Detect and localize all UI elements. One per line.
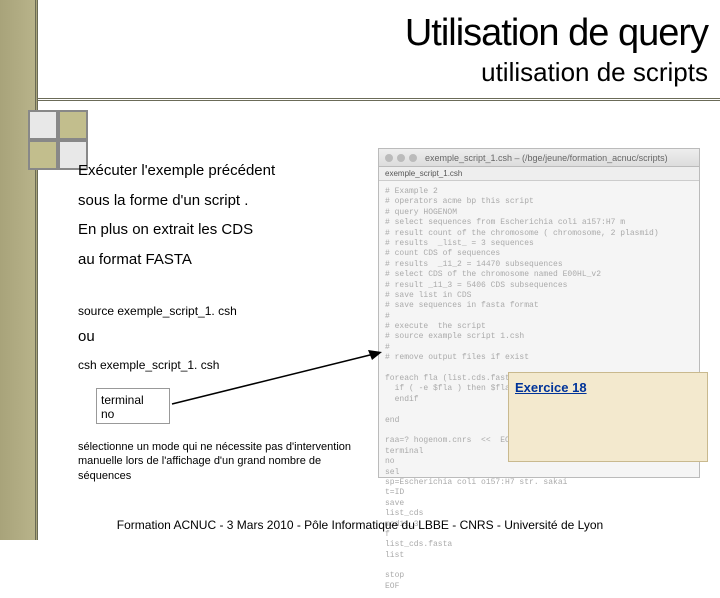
command-source: source exemple_script_1. csh bbox=[78, 304, 237, 318]
slide-title: Utilisation de query bbox=[405, 12, 708, 55]
window-titlebar: exemple_script_1.csh – (/bge/jeune/forma… bbox=[379, 149, 699, 167]
terminal-line: no bbox=[101, 407, 165, 421]
command-csh: csh exemple_script_1. csh bbox=[78, 358, 219, 372]
terminal-line: terminal bbox=[101, 393, 165, 407]
exercise-box: Exercice 18 bbox=[508, 372, 708, 462]
or-label: ou bbox=[78, 328, 95, 345]
note-text: sélectionne un mode qui ne nécessite pas… bbox=[78, 440, 368, 483]
body-line: sous la forme d'un script . bbox=[78, 188, 358, 214]
slide-title-block: Utilisation de query utilisation de scri… bbox=[405, 12, 708, 88]
body-text: Exécuter l'exemple précédent sous la for… bbox=[78, 158, 358, 276]
body-line: au format FASTA bbox=[78, 247, 358, 273]
title-rule bbox=[38, 98, 720, 101]
footer: Formation ACNUC - 3 Mars 2010 - Pôle Inf… bbox=[0, 518, 720, 532]
window-title: exemple_script_1.csh – (/bge/jeune/forma… bbox=[425, 153, 668, 163]
terminal-box: terminal no bbox=[96, 388, 170, 424]
window-dot-icon bbox=[385, 154, 393, 162]
body-line: En plus on extrait les CDS bbox=[78, 217, 358, 243]
exercise-link[interactable]: Exercice 18 bbox=[515, 380, 587, 395]
body-line: Exécuter l'exemple précédent bbox=[78, 158, 358, 184]
tab: exemple_script_1.csh bbox=[385, 169, 462, 178]
left-rail bbox=[0, 0, 38, 540]
window-dot-icon bbox=[397, 154, 405, 162]
window-dot-icon bbox=[409, 154, 417, 162]
slide-subtitle: utilisation de scripts bbox=[405, 57, 708, 88]
arrow-icon bbox=[168, 348, 382, 408]
tab-bar: exemple_script_1.csh bbox=[379, 167, 699, 181]
